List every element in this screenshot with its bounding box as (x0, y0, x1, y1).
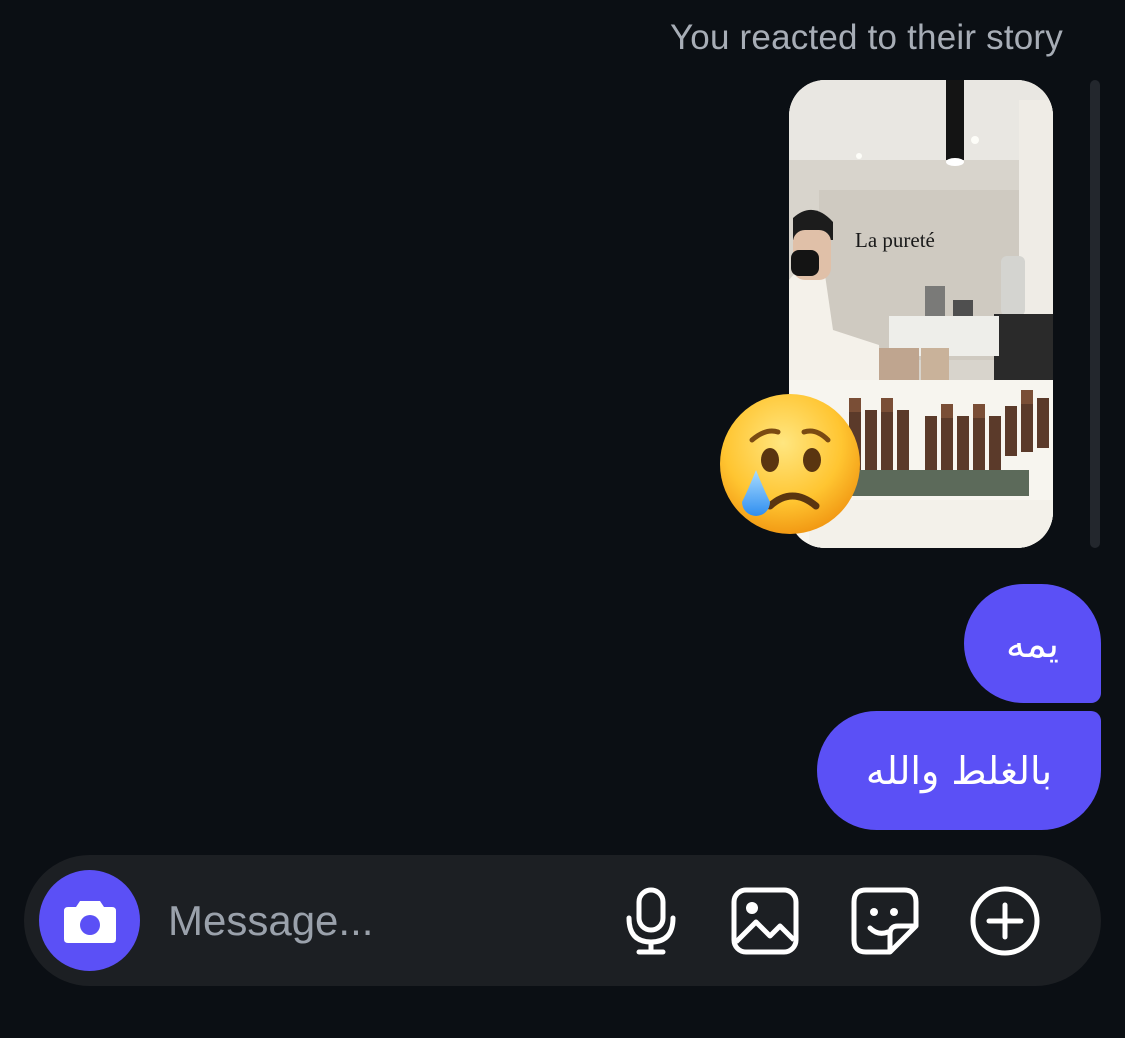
story-sign-text: La pureté (855, 228, 935, 252)
message-bubble[interactable]: بالغلط والله (817, 711, 1101, 830)
message-input[interactable] (168, 893, 588, 949)
message-text: يمه (1006, 621, 1059, 666)
message-text: بالغلط والله (865, 748, 1053, 793)
microphone-icon (626, 887, 676, 955)
crying-face-emoji (720, 394, 860, 534)
gallery-button[interactable] (727, 883, 803, 959)
reaction-note: You reacted to their story (669, 18, 1063, 57)
message-composer (24, 855, 1101, 986)
scroll-track[interactable] (1090, 80, 1100, 548)
gallery-icon (731, 887, 799, 955)
sticker-icon (851, 887, 919, 955)
voice-message-button[interactable] (613, 883, 689, 959)
more-options-button[interactable] (967, 883, 1043, 959)
message-bubble[interactable]: يمه (964, 584, 1101, 703)
camera-icon (63, 900, 116, 943)
sticker-button[interactable] (847, 883, 923, 959)
camera-button[interactable] (39, 870, 140, 971)
plus-icon (970, 886, 1040, 956)
